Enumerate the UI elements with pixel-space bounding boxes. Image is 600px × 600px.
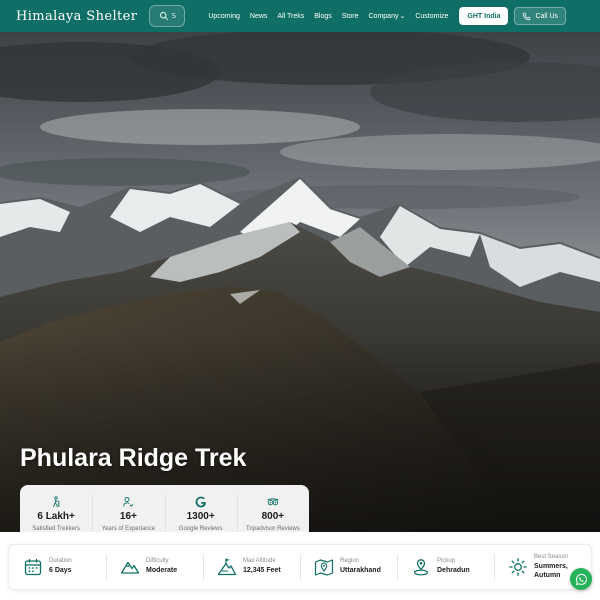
info-label: Difficulty (146, 558, 169, 565)
info-value: Moderate (146, 567, 178, 575)
stat-label: Satisfied Trekkers (32, 526, 80, 532)
menu-news[interactable]: News (245, 13, 273, 20)
stat-label: Google Reviews (178, 526, 223, 532)
search-icon (159, 11, 168, 21)
stat-google: 1300+ Google Reviews (164, 485, 237, 532)
info-label: Duration (49, 558, 72, 565)
ght-india-button[interactable]: GHT India (459, 7, 509, 25)
stat-value: 16+ (119, 511, 137, 522)
sun-icon (509, 558, 527, 576)
info-region: Region Uttarakhand (300, 552, 397, 582)
info-value: 6 Days (49, 567, 72, 575)
call-us-label: Call Us (535, 12, 559, 20)
info-label: Pickup (437, 558, 456, 565)
info-value: Uttarakhand (340, 567, 381, 575)
phone-icon (523, 12, 531, 20)
tripadvisor-icon (267, 498, 279, 506)
stat-label: Tripadvisor Reviews (245, 526, 300, 532)
main-menu: Upcoming News All Treks Blogs Store Comp… (203, 12, 453, 21)
calendar-icon (24, 559, 42, 576)
menu-upcoming[interactable]: Upcoming (203, 13, 245, 20)
chevron-down-icon: ⌄ (399, 13, 406, 20)
info-label: Max Altitude (243, 558, 276, 565)
trek-title: Phulara Ridge Trek (20, 444, 247, 472)
info-pickup: Pickup Dehradun (397, 552, 494, 582)
navbar: Himalaya Shelter S Upcoming News All Tre… (0, 0, 600, 32)
call-us-button[interactable]: Call Us (514, 7, 567, 25)
info-difficulty: Difficulty Moderate (106, 552, 203, 582)
map-pin-icon (314, 559, 334, 576)
stat-trekkers: 6 Lakh+ Satisfied Trekkers (20, 485, 92, 532)
menu-customize[interactable]: Customize (410, 13, 453, 20)
menu-all-treks[interactable]: All Treks (272, 13, 309, 20)
stat-label: Years of Experiance (101, 526, 156, 532)
search-box[interactable]: S (149, 5, 186, 27)
stat-tripadvisor: 800+ Tripadvisor Reviews (236, 485, 309, 532)
page: Himalaya Shelter S Upcoming News All Tre… (0, 0, 600, 600)
info-value: 12,345 Feet (243, 567, 281, 575)
menu-company-label: Company (368, 13, 399, 20)
menu-store[interactable]: Store (337, 13, 364, 20)
google-icon (195, 496, 206, 508)
hero-section: Phulara Ridge Trek 6 Lakh+ Satisfied Tre… (0, 32, 600, 532)
info-altitude: Max Altitude 12,345 Feet (203, 552, 300, 582)
stat-value: 800+ (261, 511, 285, 522)
search-placeholder: S (171, 12, 177, 20)
info-value: Summers, Autumn (534, 562, 568, 579)
menu-company[interactable]: Company⌄ (364, 12, 411, 20)
altitude-flag-icon (217, 558, 237, 576)
mountain-icon (120, 561, 140, 574)
stat-value: 6 Lakh+ (37, 511, 75, 522)
menu-blogs[interactable]: Blogs (309, 13, 337, 20)
whatsapp-icon (575, 573, 587, 585)
info-label: Region (340, 558, 360, 565)
info-duration: Duration 6 Days (9, 552, 106, 582)
trek-info-bar: Duration 6 Days Difficulty Moderate Max … (8, 544, 592, 590)
user-check-icon (123, 497, 134, 507)
hiker-icon (53, 496, 60, 508)
stats-card: 6 Lakh+ Satisfied Trekkers 16+ Years of … (20, 485, 309, 532)
info-label: Best Season (534, 553, 569, 560)
stat-experience: 16+ Years of Experiance (92, 485, 164, 532)
stat-value: 1300+ (186, 511, 215, 522)
location-icon (413, 559, 429, 576)
info-value: Dehradun (437, 567, 470, 575)
brand-logo[interactable]: Himalaya Shelter (16, 9, 137, 24)
whatsapp-button[interactable] (570, 568, 592, 590)
